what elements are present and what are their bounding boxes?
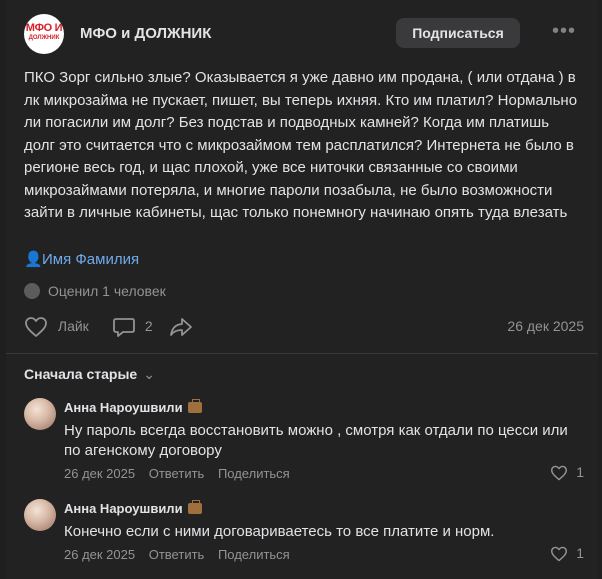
comment-text: Ну пароль всегда восстановить можно , см… [64,422,568,459]
post-text: ПКО Зорг сильно злые? Оказывается я уже … [24,69,578,221]
reply-button[interactable]: Ответить [149,547,205,562]
comments-count: 2 [144,318,153,334]
heart-icon [550,545,576,562]
share-comment-button[interactable]: Поделиться [218,547,290,562]
signed-author-link[interactable]: 👤Имя Фамилия [24,250,139,268]
comment-author[interactable]: Анна Нароушвили [64,399,202,415]
avatar[interactable] [24,398,56,430]
author-name: Имя Фамилия [42,251,140,268]
group-name[interactable]: МФО и ДОЛЖНИК [80,25,211,42]
comment-like-count: 1 [576,545,584,561]
comment-meta: 26 дек 2025 Ответить Поделиться [64,466,300,481]
like-label: Лайк [57,318,89,334]
comment-meta: 26 дек 2025 Ответить Поделиться [64,547,300,562]
subscribe-button[interactable]: Подписаться [396,18,520,48]
heart-icon [24,317,52,338]
comment-like-button[interactable]: 1 [550,464,584,481]
sort-label: Сначала старые [24,366,138,382]
briefcase-icon [187,500,202,514]
comment-author-name: Анна Нароушвили [64,501,183,516]
post-actions: Лайк 2 26 дек 2025 [24,314,584,340]
divider [6,353,598,354]
post-card: МФО И ДОЛЖНИК МФО и ДОЛЖНИК Подписаться … [6,0,598,579]
rated-by[interactable]: Оценил 1 человек [24,283,166,299]
share-comment-button[interactable]: Поделиться [218,466,290,481]
comment-like-button[interactable]: 1 [550,545,584,562]
logo-text-bottom: ДОЛЖНИК [28,35,60,41]
rated-text: Оценил 1 человек [48,283,166,299]
post-header: МФО И ДОЛЖНИК МФО и ДОЛЖНИК Подписаться … [24,14,584,54]
user-icon: 👤 [24,251,43,268]
comments-sort-dropdown[interactable]: Сначала старые ⌄ [24,366,155,383]
post-date[interactable]: 26 дек 2025 [507,314,584,338]
post-body: ПКО Зорг сильно злые? Оказывается я уже … [24,67,584,225]
comments-button[interactable]: 2 [112,314,153,340]
comment-item: Анна Нароушвили Конечно если с ними дого… [24,499,584,569]
logo-text-top: МФО И [25,22,63,34]
reply-button[interactable]: Ответить [149,466,205,481]
comment-date[interactable]: 26 дек 2025 [64,547,135,562]
comment-item: Анна Нароушвили Ну пароль всегда восстан… [24,398,584,488]
comment-date[interactable]: 26 дек 2025 [64,466,135,481]
like-button[interactable]: Лайк [24,314,89,340]
comment-author[interactable]: Анна Нароушвили [64,500,202,516]
chevron-down-icon: ⌄ [143,366,155,382]
share-button[interactable] [168,314,194,340]
avatar[interactable] [24,499,56,531]
group-avatar[interactable]: МФО И ДОЛЖНИК [24,14,64,54]
heart-icon [550,464,576,481]
briefcase-icon [187,399,202,413]
more-options-icon[interactable]: ••• [552,18,576,48]
share-icon [168,318,194,337]
comment-icon [112,318,140,338]
comment-text: Конечно если с ними договариваетесь то в… [64,523,495,540]
comment-like-count: 1 [576,464,584,480]
comment-author-name: Анна Нароушвили [64,400,183,415]
rater-avatar [24,283,40,299]
